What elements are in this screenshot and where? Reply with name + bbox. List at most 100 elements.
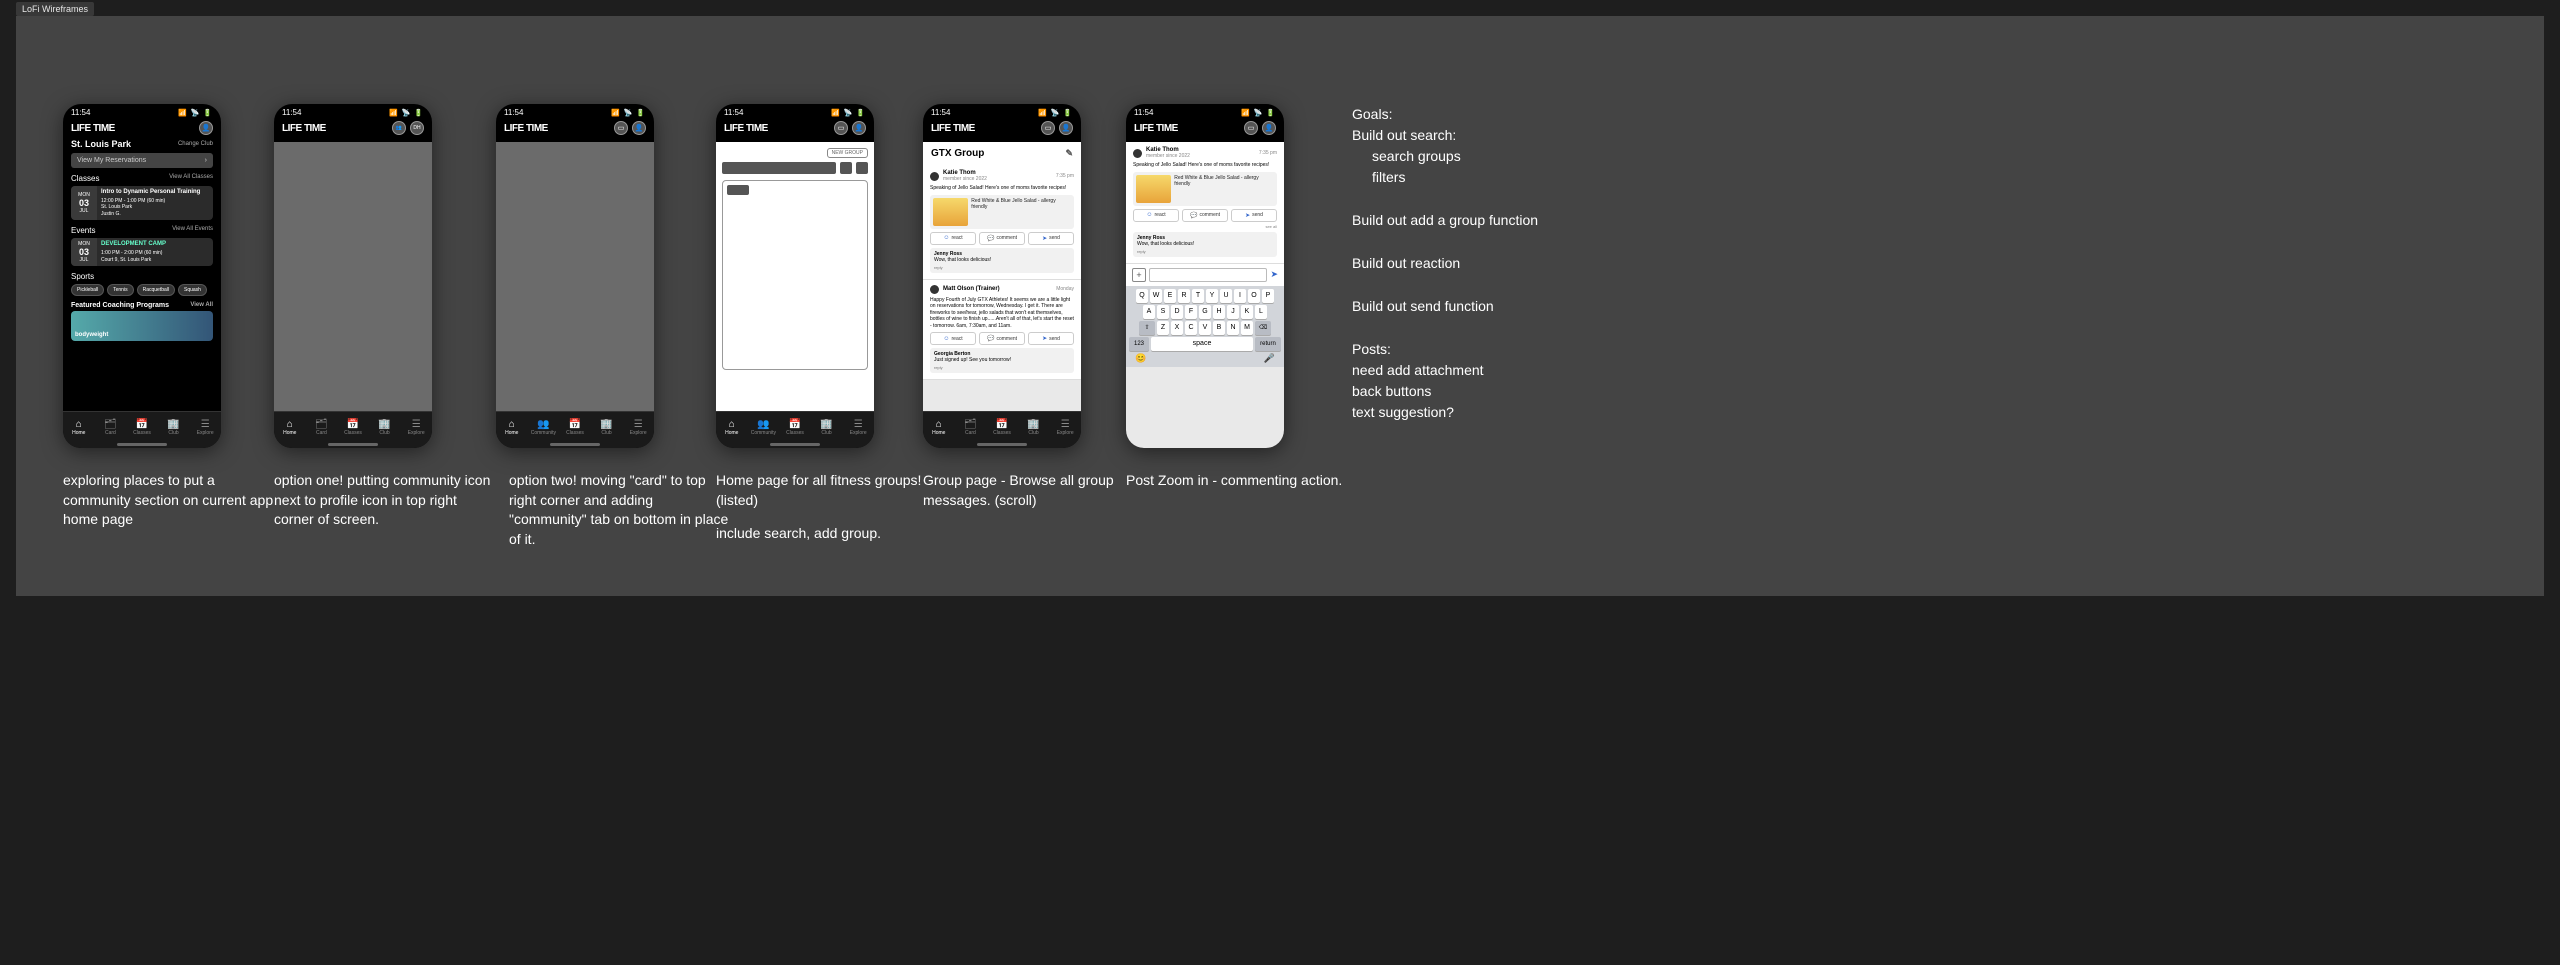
key[interactable]: O <box>1248 289 1260 303</box>
send-button[interactable]: ➤send <box>1028 232 1074 245</box>
tab-home[interactable]: ⌂Home <box>716 419 748 437</box>
comment-input[interactable] <box>1149 268 1267 282</box>
featured-card[interactable]: bodyweight <box>71 311 213 341</box>
emoji-key[interactable]: 😊 <box>1135 353 1146 364</box>
key[interactable]: N <box>1227 321 1239 335</box>
key[interactable]: K <box>1241 305 1253 319</box>
tab-community[interactable]: 👥Community <box>528 419 560 437</box>
reservations-button[interactable]: View My Reservations › <box>71 153 213 168</box>
keyboard[interactable]: QWERTYUIOP ASDFGHJKL ⇧ ZXCVBNM ⌫ 123 spa… <box>1126 286 1284 367</box>
tab-card[interactable]: 🗂Card <box>306 419 338 437</box>
chip[interactable]: Tennis <box>107 284 133 296</box>
key[interactable]: M <box>1241 321 1253 335</box>
tab-home[interactable]: ⌂Home <box>63 419 95 437</box>
key[interactable]: F <box>1185 305 1197 319</box>
tab-classes[interactable]: 📅Classes <box>126 419 158 437</box>
key[interactable]: E <box>1164 289 1176 303</box>
profile-icon[interactable]: 👤 <box>199 121 213 135</box>
tab-club[interactable]: 🏢Club <box>811 419 843 437</box>
mic-key[interactable]: 🎤 <box>1264 353 1275 364</box>
key[interactable]: U <box>1220 289 1232 303</box>
tab-classes[interactable]: 📅Classes <box>337 419 369 437</box>
comment-button[interactable]: 💬comment <box>979 332 1025 345</box>
key[interactable]: G <box>1199 305 1211 319</box>
tab-club[interactable]: 🏢Club <box>369 419 401 437</box>
chip[interactable]: Racquetball <box>137 284 175 296</box>
react-button[interactable]: ☺react <box>1133 209 1179 222</box>
search-action[interactable] <box>840 162 852 174</box>
profile-icon[interactable]: 👤 <box>1262 121 1276 135</box>
initials-avatar[interactable]: DH <box>410 121 424 135</box>
key[interactable]: P <box>1262 289 1274 303</box>
card-icon[interactable]: ▭ <box>1244 121 1258 135</box>
see-all-link[interactable]: see all <box>1133 224 1277 229</box>
search-input[interactable] <box>722 162 836 174</box>
chip[interactable]: Squash <box>178 284 207 296</box>
tab-classes[interactable]: 📅Classes <box>779 419 811 437</box>
key[interactable]: W <box>1150 289 1162 303</box>
tab-classes[interactable]: 📅Classes <box>559 419 591 437</box>
send-icon[interactable]: ➤ <box>1270 269 1278 280</box>
key[interactable]: J <box>1227 305 1239 319</box>
comment-button[interactable]: 💬comment <box>979 232 1025 245</box>
profile-icon[interactable]: 👤 <box>852 121 866 135</box>
return-key[interactable]: return <box>1255 337 1281 351</box>
react-button[interactable]: ☺react <box>930 232 976 245</box>
key[interactable]: A <box>1143 305 1155 319</box>
key[interactable]: R <box>1178 289 1190 303</box>
view-all-classes[interactable]: View All Classes <box>169 174 213 183</box>
link-preview[interactable]: Red White & Blue Jello Salad - allergy f… <box>930 195 1074 229</box>
filter-action[interactable] <box>856 162 868 174</box>
card-icon[interactable]: ▭ <box>1041 121 1055 135</box>
card-icon[interactable]: ▭ <box>834 121 848 135</box>
numbers-key[interactable]: 123 <box>1129 337 1149 351</box>
key[interactable]: Z <box>1157 321 1169 335</box>
tab-home[interactable]: ⌂Home <box>274 419 306 437</box>
key[interactable]: S <box>1157 305 1169 319</box>
key[interactable]: Y <box>1206 289 1218 303</box>
feed-body[interactable]: GTX Group ✎ Katie Thom member since 2022… <box>923 142 1081 416</box>
tab-explore[interactable]: ☰Explore <box>189 419 221 437</box>
delete-key[interactable]: ⌫ <box>1255 321 1271 335</box>
tab-card[interactable]: 🗂Card <box>955 419 987 437</box>
tab-home[interactable]: ⌂Home <box>496 419 528 437</box>
key[interactable]: C <box>1185 321 1197 335</box>
event-card[interactable]: MON 03 JUL DEVELOPMENT CAMP 1:00 PM - 2:… <box>71 238 213 266</box>
community-icon[interactable]: 👥 <box>392 121 406 135</box>
key[interactable]: L <box>1255 305 1267 319</box>
tab-club[interactable]: 🏢Club <box>591 419 623 437</box>
card-icon[interactable]: ▭ <box>614 121 628 135</box>
key[interactable]: D <box>1171 305 1183 319</box>
key[interactable]: H <box>1213 305 1225 319</box>
tab-explore[interactable]: ☰Explore <box>400 419 432 437</box>
edit-icon[interactable]: ✎ <box>1065 148 1073 159</box>
view-all-featured[interactable]: View All <box>190 302 213 309</box>
key[interactable]: I <box>1234 289 1246 303</box>
chip[interactable]: Pickleball <box>71 284 104 296</box>
class-card[interactable]: MON 03 JUL Intro to Dynamic Personal Tra… <box>71 186 213 220</box>
add-attachment-button[interactable]: + <box>1132 268 1146 282</box>
key[interactable]: X <box>1171 321 1183 335</box>
tab-club[interactable]: 🏢Club <box>158 419 190 437</box>
tab-classes[interactable]: 📅Classes <box>986 419 1018 437</box>
key[interactable]: Q <box>1136 289 1148 303</box>
profile-icon[interactable]: 👤 <box>1059 121 1073 135</box>
key[interactable]: T <box>1192 289 1204 303</box>
change-club-button[interactable]: Change Club <box>178 141 213 147</box>
key[interactable]: V <box>1199 321 1211 335</box>
reply-link[interactable]: reply <box>934 265 943 270</box>
tab-explore[interactable]: ☰Explore <box>842 419 874 437</box>
send-button[interactable]: ➤send <box>1028 332 1074 345</box>
send-button[interactable]: ➤send <box>1231 209 1277 222</box>
reply-link[interactable]: reply <box>934 365 943 370</box>
view-all-events[interactable]: View All Events <box>172 226 213 235</box>
tab-club[interactable]: 🏢Club <box>1018 419 1050 437</box>
react-button[interactable]: ☺react <box>930 332 976 345</box>
tab-explore[interactable]: ☰Explore <box>1049 419 1081 437</box>
link-preview[interactable]: Red White & Blue Jello Salad - allergy f… <box>1133 172 1277 206</box>
profile-icon[interactable]: 👤 <box>632 121 646 135</box>
shift-key[interactable]: ⇧ <box>1139 321 1155 335</box>
tab-home[interactable]: ⌂Home <box>923 419 955 437</box>
tab-community[interactable]: 👥Community <box>748 419 780 437</box>
tab-explore[interactable]: ☰Explore <box>622 419 654 437</box>
